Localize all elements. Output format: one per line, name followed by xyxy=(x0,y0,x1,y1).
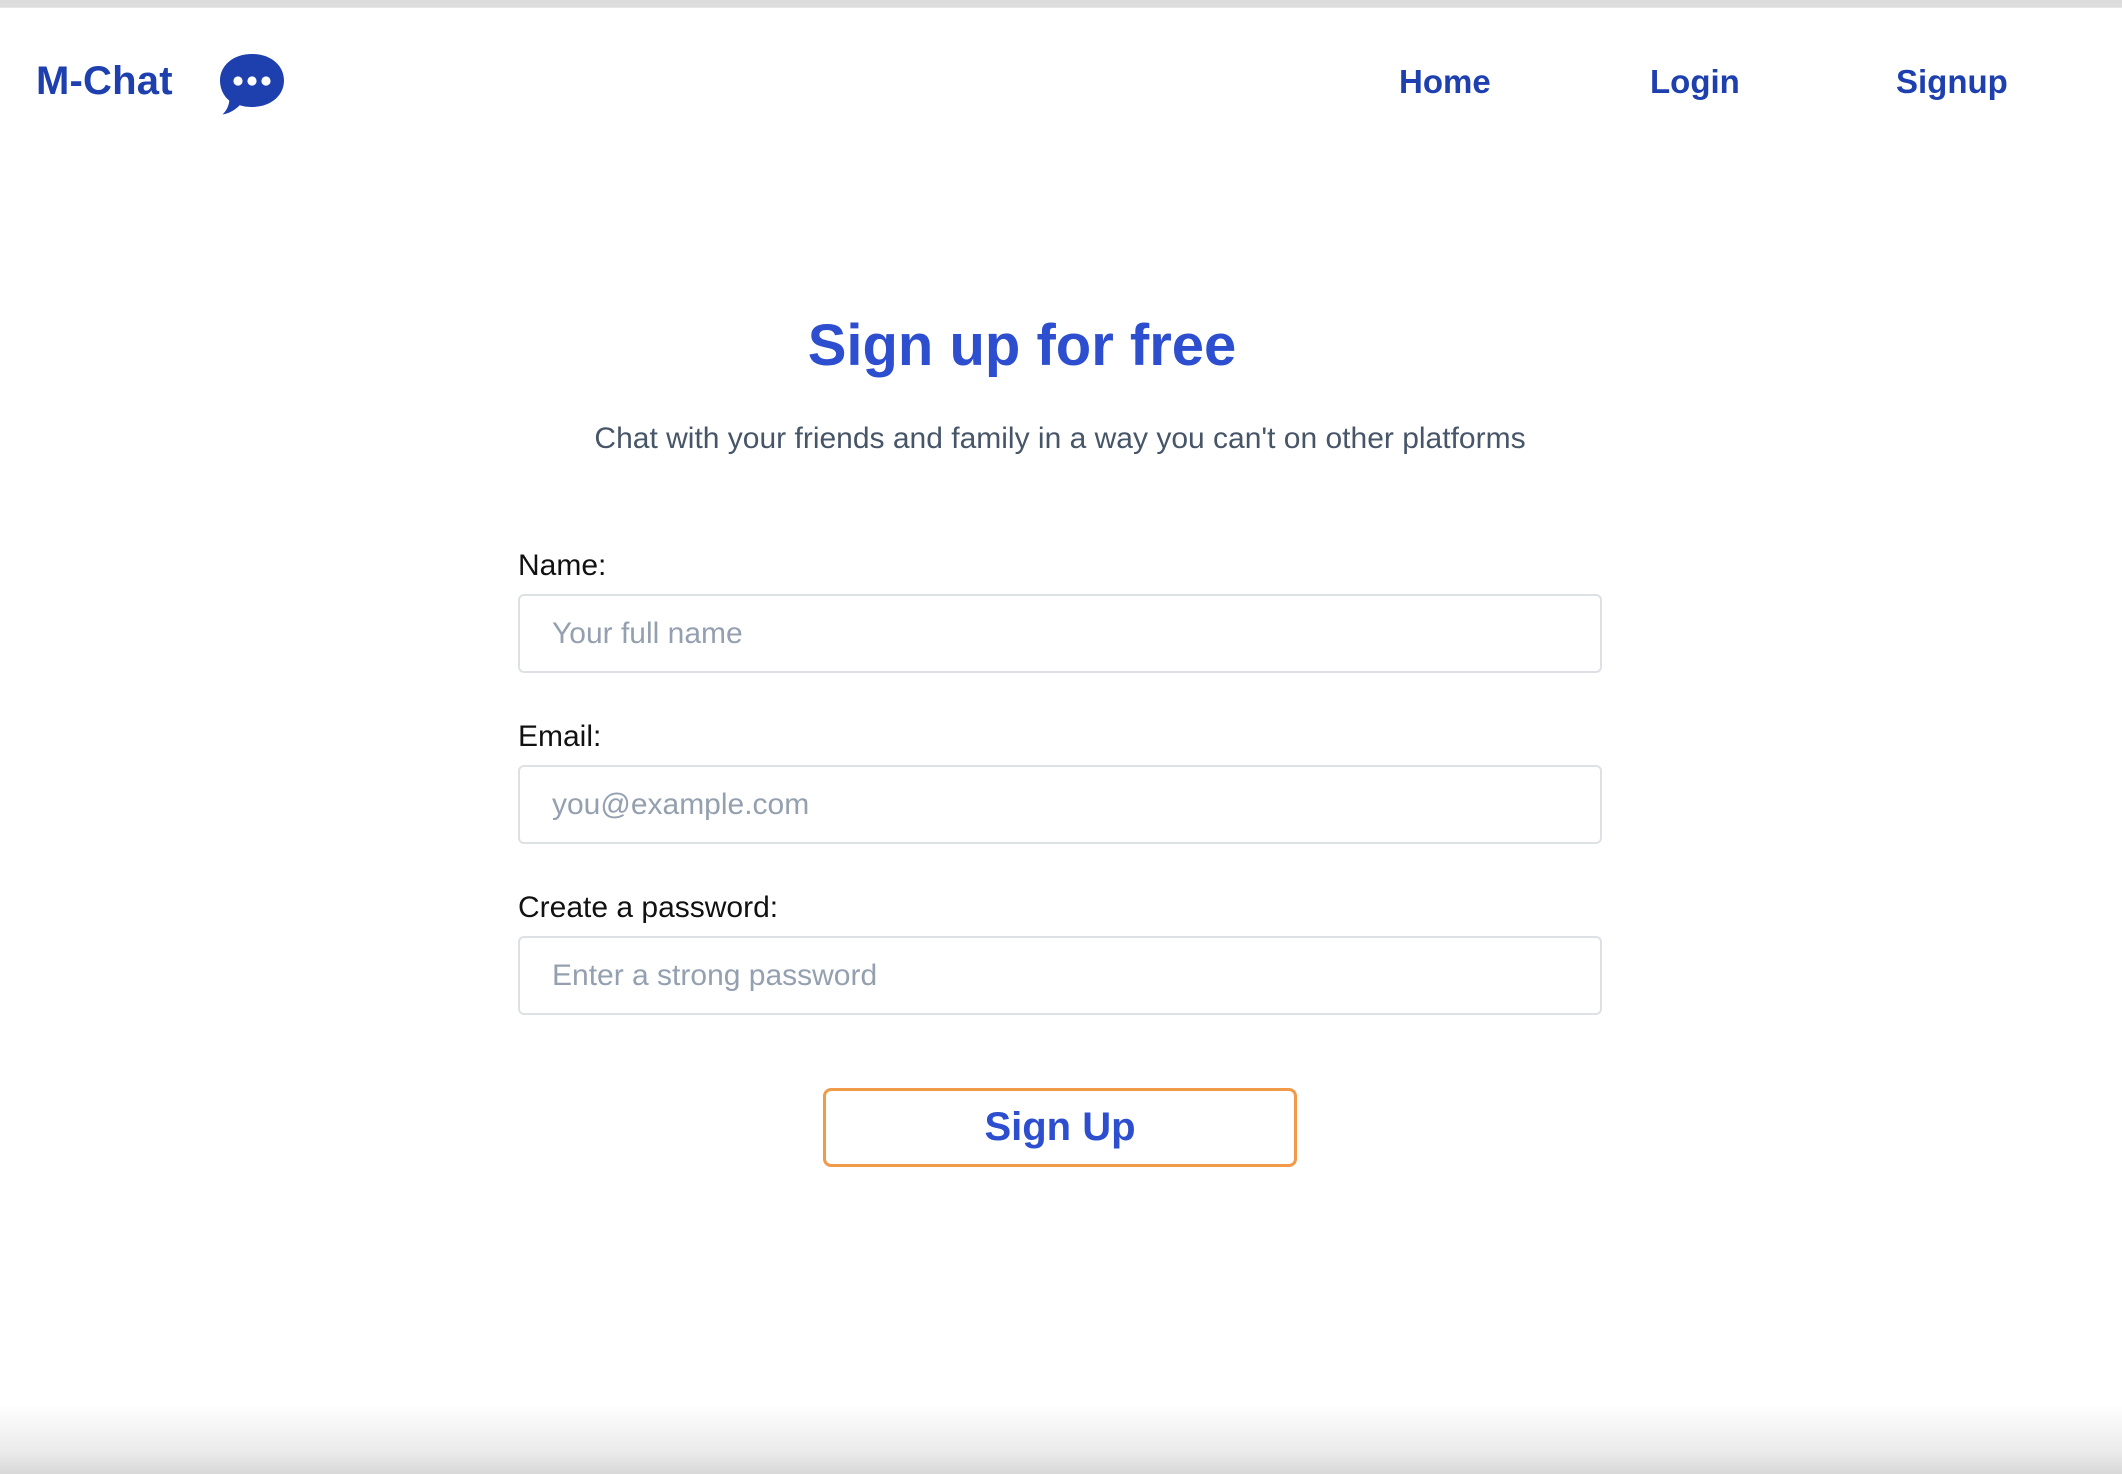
page-title: Sign up for free xyxy=(807,313,1237,378)
sign-up-button[interactable]: Sign Up xyxy=(823,1088,1297,1167)
email-input[interactable] xyxy=(518,765,1602,844)
nav-link-signup[interactable]: Signup xyxy=(1896,63,2008,101)
page-subtitle: Chat with your friends and family in a w… xyxy=(594,422,1526,455)
chat-bubble-icon xyxy=(218,51,286,117)
signup-form: Name: Email: Create a password: xyxy=(518,548,1602,1061)
navbar: M-Chat Home Login Signup xyxy=(0,7,2122,157)
name-field-group: Name: xyxy=(518,548,1602,673)
email-label: Email: xyxy=(518,720,602,753)
nav-link-login[interactable]: Login xyxy=(1650,63,1740,101)
name-label: Name: xyxy=(518,549,607,582)
name-input[interactable] xyxy=(518,594,1602,673)
nav-link-home[interactable]: Home xyxy=(1399,63,1491,101)
password-input[interactable] xyxy=(518,936,1602,1015)
password-field-group: Create a password: xyxy=(518,890,1602,1015)
chat-bubble-icon-svg xyxy=(220,54,284,115)
window-bottom-shadow xyxy=(0,1404,2122,1474)
password-label: Create a password: xyxy=(518,891,779,924)
email-field-group: Email: xyxy=(518,719,1602,844)
brand-logo-text[interactable]: M-Chat xyxy=(36,59,173,104)
